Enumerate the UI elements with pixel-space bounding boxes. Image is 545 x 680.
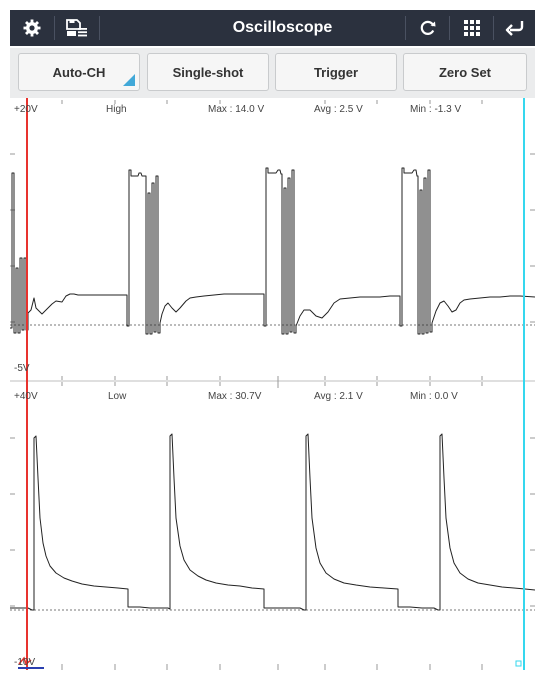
low-bottom-scale: -10V	[14, 657, 35, 668]
button-bar: Auto-CH Single-shot Trigger Zero Set	[10, 48, 535, 98]
high-top-scale: +20V	[14, 104, 38, 115]
high-channel-trace	[10, 167, 535, 335]
trigger-button[interactable]: Trigger	[275, 53, 397, 91]
high-min-value: Min : -1.3 V	[410, 104, 461, 115]
title-bar: Oscilloscope	[10, 10, 535, 46]
low-min-value: Min : 0.0 V	[410, 391, 458, 402]
high-avg-value: Avg : 2.5 V	[314, 104, 363, 115]
zero-set-button[interactable]: Zero Set	[403, 53, 527, 91]
auto-ch-label: Auto-CH	[52, 64, 106, 80]
refresh-icon[interactable]	[406, 10, 449, 46]
back-icon[interactable]	[494, 10, 535, 46]
gear-icon[interactable]	[10, 10, 54, 46]
high-max-value: Max : 14.0 V	[208, 104, 264, 115]
single-shot-button[interactable]: Single-shot	[147, 53, 269, 91]
low-avg-value: Avg : 2.1 V	[314, 391, 363, 402]
page-title: Oscilloscope	[232, 19, 333, 36]
scope-display[interactable]: +20V High Max : 14.0 V Avg : 2.5 V Min :…	[10, 98, 535, 670]
high-channel-name: High	[106, 104, 127, 115]
zero-set-label: Zero Set	[438, 64, 491, 80]
tick-marks	[10, 100, 535, 670]
low-channel-trace	[10, 433, 535, 611]
auto-ch-button[interactable]: Auto-CH	[18, 53, 140, 91]
save-list-icon[interactable]	[55, 10, 99, 46]
grid-icon[interactable]	[450, 10, 493, 46]
low-top-scale: +40V	[14, 391, 38, 402]
low-channel-name: Low	[108, 391, 127, 402]
right-cursor-marker-icon	[515, 660, 522, 667]
trigger-label: Trigger	[313, 64, 359, 80]
dropdown-corner-icon	[123, 74, 135, 86]
high-bottom-scale: -5V	[14, 363, 30, 374]
single-shot-label: Single-shot	[172, 64, 244, 80]
low-max-value: Max : 30.7V	[208, 391, 262, 402]
